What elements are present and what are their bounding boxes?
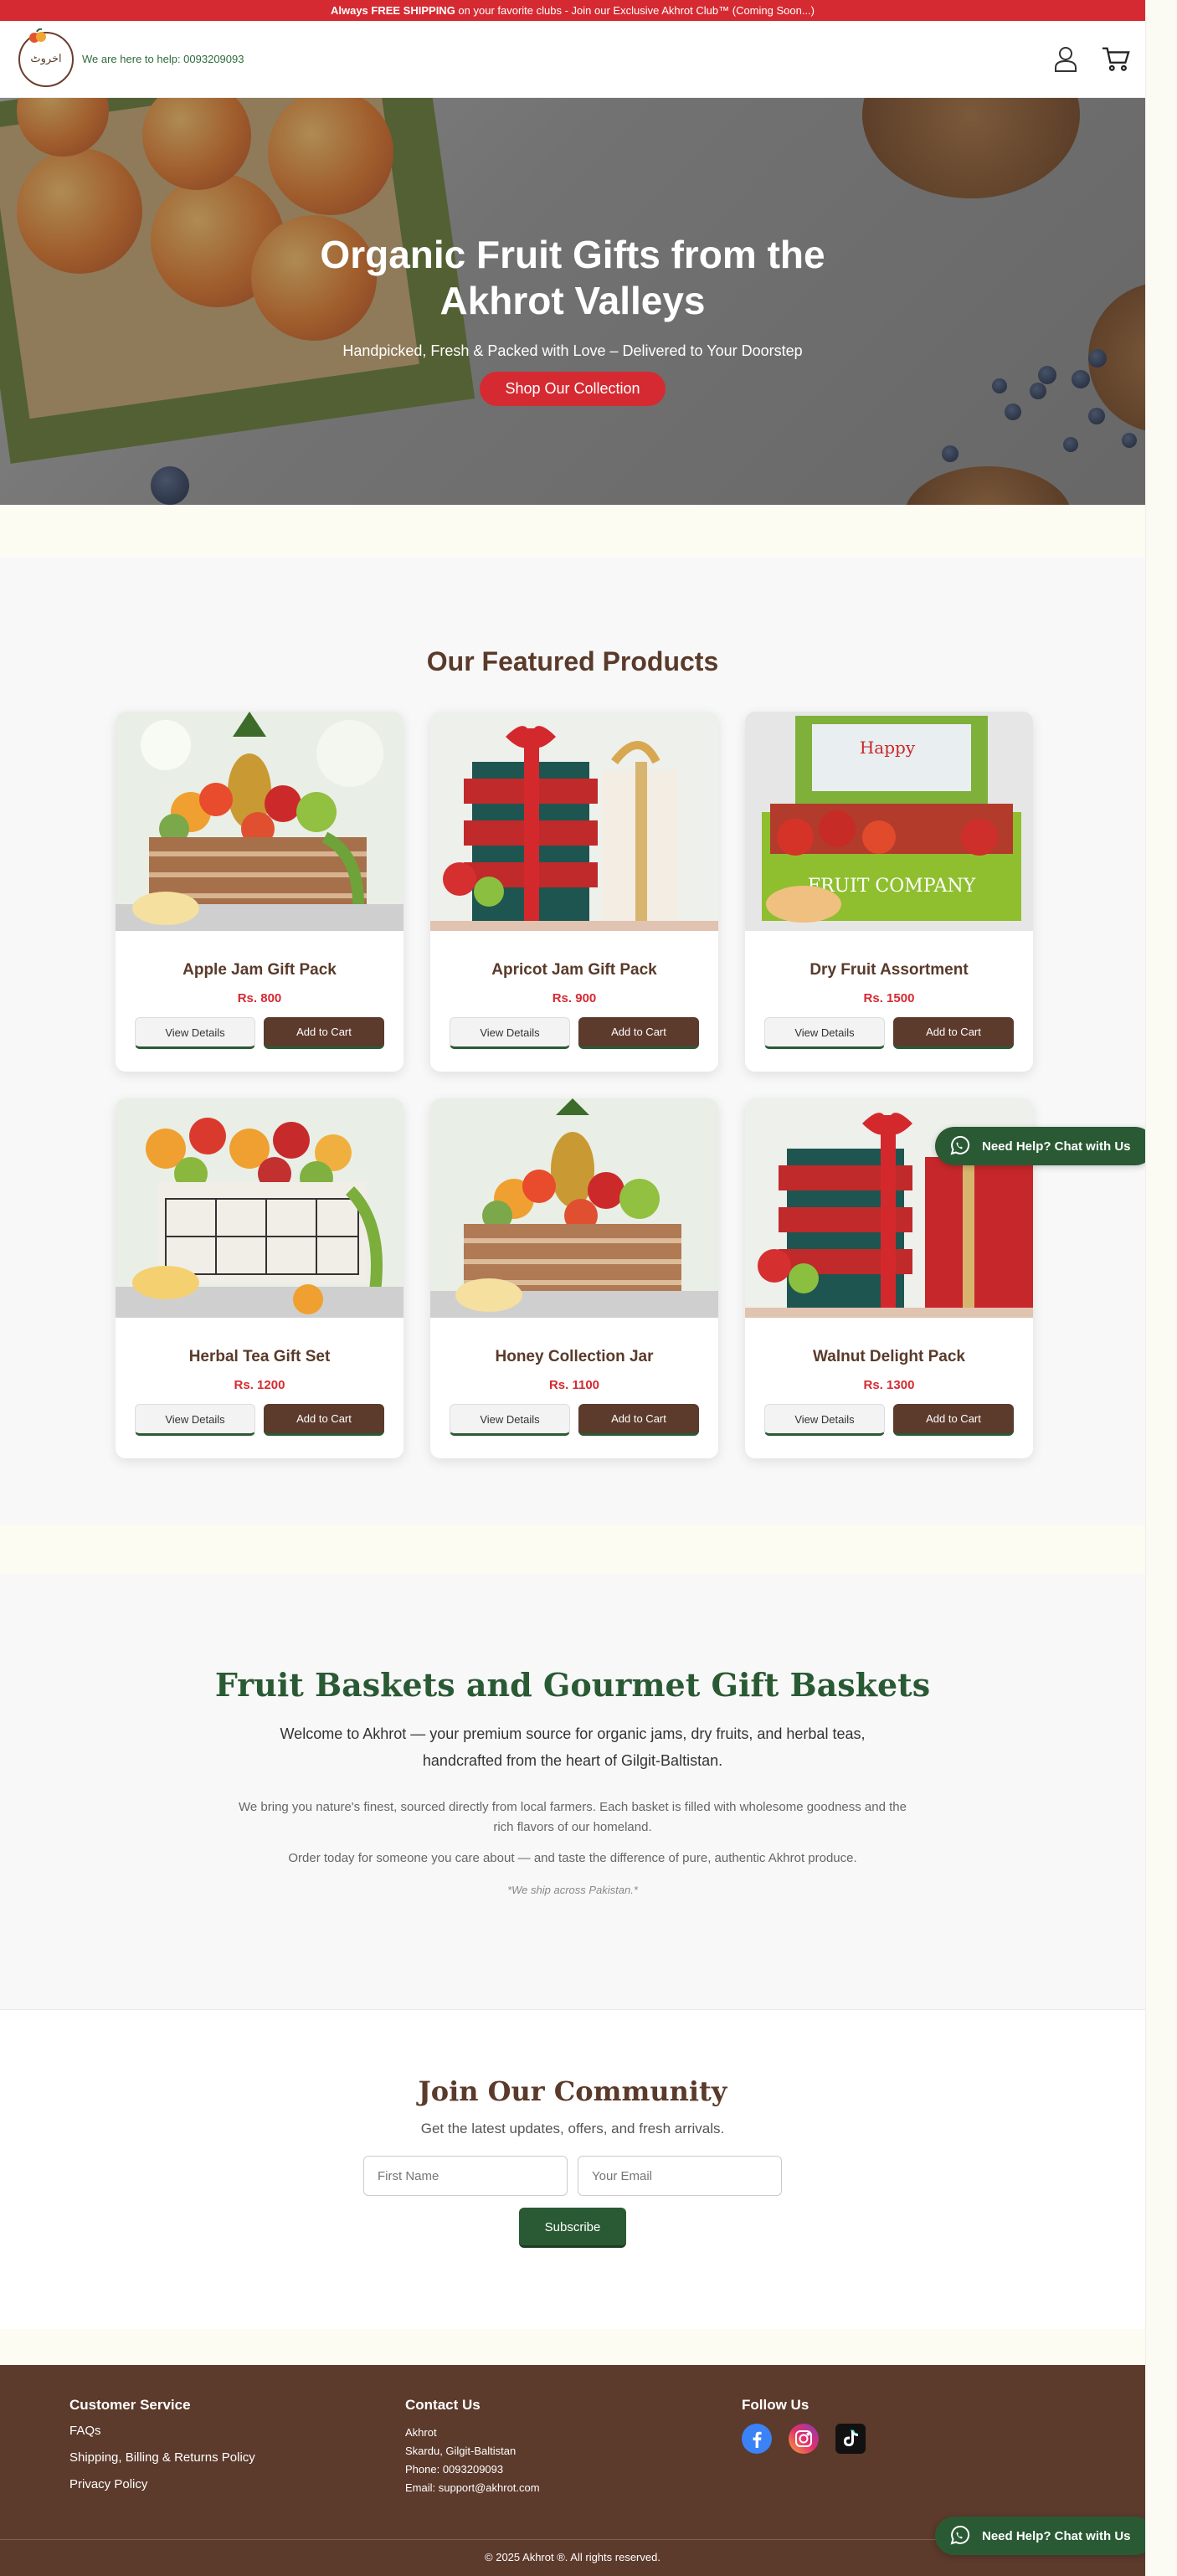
hero-content: Organic Fruit Gifts from the Akhrot Vall… xyxy=(0,232,1145,406)
featured-title: Our Featured Products xyxy=(426,646,719,676)
shipping-policy-link[interactable]: Shipping, Billing & Returns Policy xyxy=(69,2450,255,2465)
product-name: Dry Fruit Assortment xyxy=(810,961,969,979)
announcement-bar: Always FREE SHIPPING on your favorite cl… xyxy=(0,0,1145,21)
add-to-cart-button[interactable]: Add to Cart xyxy=(264,1404,384,1436)
hero-banner: Organic Fruit Gifts from the Akhrot Vall… xyxy=(0,98,1145,505)
product-card: Apple Jam Gift Pack Rs. 800 View Details… xyxy=(116,712,403,1072)
facebook-icon[interactable] xyxy=(742,2424,772,2454)
view-details-button[interactable]: View Details xyxy=(450,1404,570,1436)
view-details-button[interactable]: View Details xyxy=(135,1017,255,1049)
about-title: Fruit Baskets and Gourmet Gift Baskets xyxy=(214,1666,931,1704)
about-paragraph-2: Order today for someone you care about —… xyxy=(288,1851,857,1865)
add-to-cart-button[interactable]: Add to Cart xyxy=(578,1017,699,1049)
privacy-policy-link[interactable]: Privacy Policy xyxy=(69,2477,255,2491)
announcement-strong: Always FREE SHIPPING xyxy=(330,4,455,17)
logo-text: اخروٹ xyxy=(30,53,62,65)
follow-column: Follow Us xyxy=(742,2397,866,2454)
product-price: Rs. 1300 xyxy=(863,1378,915,1392)
product-card: Apricot Jam Gift Pack Rs. 900 View Detai… xyxy=(430,712,718,1072)
product-image[interactable] xyxy=(116,1098,403,1318)
product-card: Honey Collection Jar Rs. 1100 View Detai… xyxy=(430,1098,718,1458)
product-name: Apple Jam Gift Pack xyxy=(182,961,337,979)
site-logo[interactable]: اخروٹ xyxy=(18,28,74,87)
about-section: Fruit Baskets and Gourmet Gift Baskets W… xyxy=(0,1574,1145,2009)
add-to-cart-button[interactable]: Add to Cart xyxy=(893,1017,1014,1049)
product-image[interactable] xyxy=(430,1098,718,1318)
email-field[interactable] xyxy=(578,2156,782,2196)
view-details-button[interactable]: View Details xyxy=(764,1404,885,1436)
product-grid: Apple Jam Gift Pack Rs. 800 View Details… xyxy=(116,712,1033,1458)
tiktok-icon[interactable] xyxy=(835,2424,866,2454)
product-price: Rs. 1500 xyxy=(863,991,915,1005)
community-subtitle: Get the latest updates, offers, and fres… xyxy=(420,2121,725,2136)
page: Always FREE SHIPPING on your favorite cl… xyxy=(0,0,1145,505)
cart-icon[interactable] xyxy=(1102,44,1130,73)
about-paragraph: We bring you nature's finest, sourced di… xyxy=(239,1800,907,1834)
community-title: Join Our Community xyxy=(418,2075,727,2107)
contact-address: Skardu, Gilgit-Baltistan xyxy=(405,2445,517,2457)
product-card: Happy FRUIT COMPANY Dry Fruit Assortment… xyxy=(745,712,1033,1072)
fruit-logo-icon xyxy=(29,28,46,43)
whatsapp-icon xyxy=(950,2525,970,2545)
newsletter-section: Join Our Community Get the latest update… xyxy=(0,2009,1145,2329)
product-price: Rs. 1200 xyxy=(234,1378,285,1392)
contact-title: Contact Us xyxy=(405,2397,481,2413)
featured-products-section: Our Featured Products Apple Jam Gift Pac… xyxy=(0,557,1145,1525)
social-links xyxy=(742,2424,866,2454)
chat-label: Need Help? Chat with Us xyxy=(982,2528,1131,2543)
first-name-field[interactable] xyxy=(363,2156,568,2196)
product-name: Apricot Jam Gift Pack xyxy=(491,961,657,979)
about-lead: Welcome to Akhrot — your premium source … xyxy=(280,1725,866,1769)
view-details-button[interactable]: View Details xyxy=(450,1017,570,1049)
newsletter-form xyxy=(0,2156,1145,2196)
subscribe-button[interactable]: Subscribe xyxy=(519,2208,626,2248)
product-name: Honey Collection Jar xyxy=(495,1348,654,1365)
product-image[interactable] xyxy=(116,712,403,931)
whatsapp-icon xyxy=(950,1135,970,1155)
product-price: Rs. 1100 xyxy=(548,1378,600,1392)
hero-subtitle: Handpicked, Fresh & Packed with Love – D… xyxy=(342,342,803,359)
chat-with-us-button-bottom[interactable]: Need Help? Chat with Us xyxy=(935,2517,1154,2555)
product-price: Rs. 900 xyxy=(552,991,597,1005)
contact-name: Akhrot xyxy=(405,2426,437,2439)
site-header: اخروٹ We are here to help: 0093209093 xyxy=(0,21,1145,98)
shop-collection-button[interactable]: Shop Our Collection xyxy=(480,372,666,406)
chat-with-us-button[interactable]: Need Help? Chat with Us xyxy=(935,1127,1154,1165)
instagram-icon[interactable] xyxy=(789,2424,819,2454)
page-scrollbar[interactable] xyxy=(1145,0,1177,2576)
view-details-button[interactable]: View Details xyxy=(135,1404,255,1436)
announcement-text: on your favorite clubs - Join our Exclus… xyxy=(455,4,815,17)
follow-title: Follow Us xyxy=(742,2397,810,2413)
product-price: Rs. 800 xyxy=(237,991,282,1005)
product-image[interactable]: Happy FRUIT COMPANY xyxy=(745,712,1033,931)
contact-email: Email: support@akhrot.com xyxy=(405,2481,540,2494)
customer-service-title: Customer Service xyxy=(69,2397,191,2413)
product-image[interactable] xyxy=(430,712,718,931)
hero-title: Organic Fruit Gifts from the Akhrot Vall… xyxy=(320,233,825,322)
add-to-cart-button[interactable]: Add to Cart xyxy=(578,1404,699,1436)
contact-column: Contact Us Akhrot Skardu, Gilgit-Baltist… xyxy=(405,2397,540,2497)
chat-label: Need Help? Chat with Us xyxy=(982,1139,1131,1154)
header-icons xyxy=(1051,44,1130,73)
svg-text:Happy: Happy xyxy=(860,738,916,758)
helpline-text: We are here to help: 0093209093 xyxy=(82,53,244,65)
view-details-button[interactable]: View Details xyxy=(764,1017,885,1049)
customer-service-column: Customer Service FAQs Shipping, Billing … xyxy=(69,2397,255,2504)
product-name: Herbal Tea Gift Set xyxy=(188,1348,331,1365)
product-card: Herbal Tea Gift Set Rs. 1200 View Detail… xyxy=(116,1098,403,1458)
add-to-cart-button[interactable]: Add to Cart xyxy=(264,1017,384,1049)
contact-phone: Phone: 0093209093 xyxy=(405,2463,504,2476)
faqs-link[interactable]: FAQs xyxy=(69,2424,255,2438)
user-icon[interactable] xyxy=(1051,44,1080,73)
product-name: Walnut Delight Pack xyxy=(813,1348,965,1365)
add-to-cart-button[interactable]: Add to Cart xyxy=(893,1404,1014,1436)
shipping-note: *We ship across Pakistan.* xyxy=(507,1884,638,1896)
